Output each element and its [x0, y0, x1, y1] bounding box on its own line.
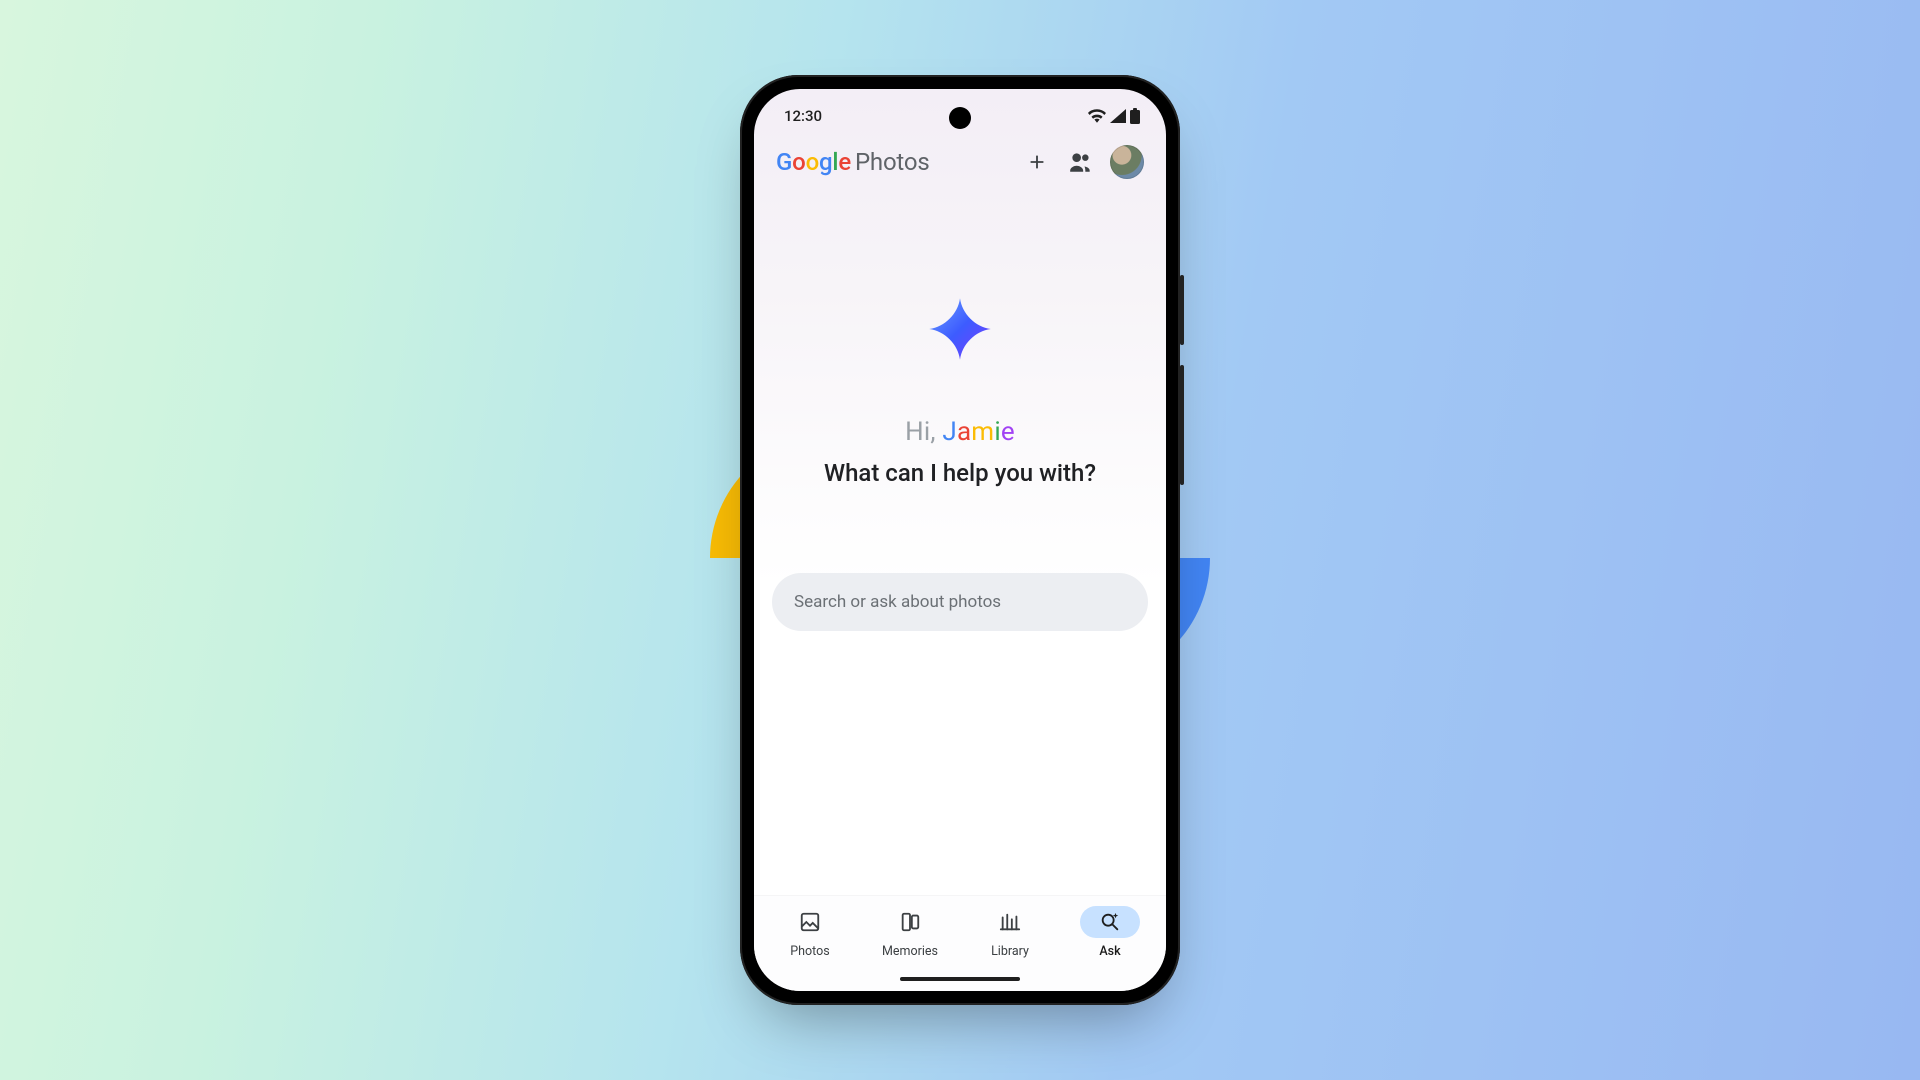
greeting-name: Jamie — [942, 417, 1014, 447]
nav-library[interactable]: Library — [960, 906, 1060, 959]
nav-label: Library — [991, 944, 1029, 959]
nav-ask[interactable]: Ask — [1060, 906, 1160, 959]
library-icon — [999, 911, 1021, 933]
greeting-prefix: Hi, — [905, 417, 942, 447]
camera-hole-icon — [949, 107, 971, 129]
greeting: Hi, Jamie — [754, 417, 1166, 447]
photo-icon — [799, 911, 821, 933]
app-name: Photos — [855, 148, 930, 176]
phone-side-button — [1180, 365, 1184, 485]
account-avatar[interactable] — [1110, 145, 1144, 179]
people-icon — [1068, 151, 1094, 173]
status-time: 12:30 — [784, 107, 822, 125]
promo-canvas: 12:30 Google Photos — [0, 0, 1920, 1080]
ask-sparkle-search-icon — [1099, 911, 1121, 933]
nav-label: Photos — [790, 944, 829, 959]
ask-search-input[interactable]: Search or ask about photos — [772, 573, 1148, 631]
sharing-button[interactable] — [1066, 147, 1096, 177]
gesture-bar — [900, 977, 1020, 981]
nav-photos[interactable]: Photos — [760, 906, 860, 959]
memories-icon — [899, 911, 921, 933]
phone-frame: 12:30 Google Photos — [740, 75, 1180, 1005]
ask-hero: Hi, Jamie What can I help you with? — [754, 187, 1166, 487]
phone-side-button — [1180, 275, 1184, 345]
plus-icon — [1026, 151, 1048, 173]
nav-memories[interactable]: Memories — [860, 906, 960, 959]
gemini-sparkle-icon — [928, 297, 992, 361]
app-brand: Google Photos — [776, 148, 930, 176]
battery-icon — [1130, 108, 1140, 124]
cellular-icon — [1110, 109, 1126, 123]
app-bar: Google Photos — [754, 131, 1166, 187]
add-button[interactable] — [1022, 147, 1052, 177]
phone-screen: 12:30 Google Photos — [754, 89, 1166, 991]
nav-label: Ask — [1099, 944, 1120, 959]
greeting-prompt: What can I help you with? — [754, 459, 1166, 487]
nav-label: Memories — [882, 944, 938, 959]
google-wordmark: Google — [776, 148, 851, 176]
search-placeholder: Search or ask about photos — [794, 592, 1001, 612]
wifi-icon — [1088, 109, 1106, 123]
